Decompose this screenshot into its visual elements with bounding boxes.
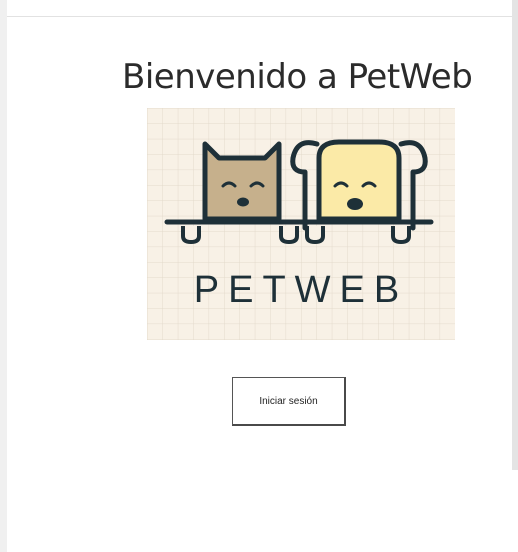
top-bar	[7, 0, 512, 17]
login-button[interactable]: Iniciar sesión	[232, 377, 346, 426]
logo-wordmark: PETWEB	[194, 269, 408, 311]
right-gutter-lower	[512, 470, 518, 552]
petweb-logo-icon: PETWEB	[147, 108, 455, 340]
right-gutter	[512, 0, 518, 470]
page-body: Bienvenido a PetWeb PETWEB Iniciar sesió…	[7, 0, 512, 552]
page-title: Bienvenido a PetWeb	[122, 57, 473, 97]
